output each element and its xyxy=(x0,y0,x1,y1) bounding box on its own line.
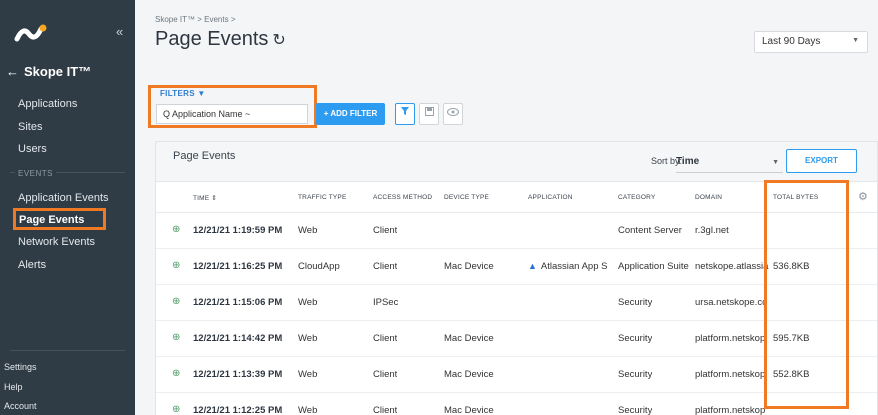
sidebar-item-application-events[interactable]: Application Events xyxy=(18,192,109,204)
sidebar-item-help[interactable]: Help xyxy=(4,382,23,392)
sidebar-item-settings[interactable]: Settings xyxy=(4,362,37,372)
cell-traffic-type: Web xyxy=(298,333,318,344)
gear-icon[interactable]: ⚙ xyxy=(858,190,868,203)
cell-category: Security xyxy=(618,369,653,380)
atlassian-icon: ▲ xyxy=(528,261,537,271)
export-button[interactable]: EXPORT xyxy=(786,149,857,173)
zoom-in-icon[interactable]: ⊕ xyxy=(172,332,180,343)
cell-category: Security xyxy=(618,405,653,415)
sort-by-select[interactable]: Time ▼ xyxy=(676,151,783,173)
refresh-icon[interactable]: ↻ xyxy=(272,30,285,50)
card-title: Page Events xyxy=(173,150,236,162)
cell-traffic-type: Web xyxy=(298,405,318,415)
cell-traffic-type: CloudApp xyxy=(298,261,340,272)
sidebar-item-network-events[interactable]: Network Events xyxy=(18,236,95,248)
cell-category: Application Suite xyxy=(618,261,689,272)
zoom-in-icon[interactable]: ⊕ xyxy=(172,368,180,379)
back-to-skope-it[interactable]: ← Skope IT™ xyxy=(6,64,91,79)
chevron-down-icon: ▼ xyxy=(772,159,779,166)
back-arrow-icon: ← xyxy=(6,64,19,79)
sidebar-item-alerts[interactable]: Alerts xyxy=(18,259,46,271)
cell-access-method: IPSec xyxy=(373,297,399,308)
cell-device-type: Mac Device xyxy=(444,333,494,344)
cell-traffic-type: Web xyxy=(298,225,318,236)
cell-category: Security xyxy=(618,297,653,308)
cell-time: 12/21/21 1:19:59 PM xyxy=(193,225,283,236)
view-icon[interactable] xyxy=(443,103,463,125)
cell-domain: platform.netskop xyxy=(695,405,766,415)
column-header-application[interactable]: APPLICATION xyxy=(528,194,573,201)
date-range-value: Last 90 Days xyxy=(762,36,821,47)
cell-domain: netskope.atlassia xyxy=(695,261,769,272)
cell-access-method: Client xyxy=(373,405,398,415)
breadcrumb[interactable]: Skope IT™ > Events > xyxy=(155,15,235,24)
page-title: Page Events ↻ xyxy=(155,28,286,51)
cell-access-method: Client xyxy=(373,225,398,236)
add-filter-button[interactable]: + ADD FILTER xyxy=(316,103,385,125)
cell-time: 12/21/21 1:12:25 PM xyxy=(193,405,283,415)
cell-application-text: Atlassian App S xyxy=(540,261,608,272)
cell-category: Content Server xyxy=(618,225,682,236)
cell-time: 12/21/21 1:15:06 PM xyxy=(193,297,283,308)
highlight-page-events xyxy=(13,208,106,230)
sidebar-item-users[interactable]: Users xyxy=(18,143,47,155)
card-header: Page Events Sort by: Time ▼ EXPORT xyxy=(156,142,877,182)
zoom-in-icon[interactable]: ⊕ xyxy=(172,296,180,307)
cell-device-type: Mac Device xyxy=(444,369,494,380)
cell-application: ▲ Atlassian App S xyxy=(528,261,614,272)
column-header-time[interactable]: TIME ⇕ xyxy=(193,194,217,202)
cell-domain: r.3gl.net xyxy=(695,225,729,236)
sidebar-section-events: EVENTS xyxy=(15,169,57,178)
cell-time: 12/21/21 1:14:42 PM xyxy=(193,333,283,344)
column-header-domain[interactable]: DOMAIN xyxy=(695,194,722,201)
cell-time: 12/21/21 1:13:39 PM xyxy=(193,369,283,380)
collapse-sidebar-icon[interactable]: « xyxy=(116,24,123,39)
cell-access-method: Client xyxy=(373,333,398,344)
filter-icon[interactable] xyxy=(395,103,415,125)
cell-category: Security xyxy=(618,333,653,344)
netskope-logo-icon xyxy=(14,24,47,42)
cell-domain: ursa.netskope.cc xyxy=(695,297,767,308)
sidebar-divider-bottom xyxy=(10,350,125,351)
cell-traffic-type: Web xyxy=(298,297,318,308)
date-range-select[interactable]: Last 90 Days ▼ xyxy=(754,31,868,53)
zoom-in-icon[interactable]: ⊕ xyxy=(172,260,180,271)
sidebar-item-account[interactable]: Account xyxy=(4,401,37,411)
page-title-text: Page Events xyxy=(155,28,269,50)
sidebar-item-applications[interactable]: Applications xyxy=(18,98,77,110)
column-header-device-type[interactable]: DEVICE TYPE xyxy=(444,194,489,201)
column-header-access-method[interactable]: ACCESS METHOD xyxy=(373,194,432,201)
cell-time: 12/21/21 1:16:25 PM xyxy=(193,261,283,272)
column-header-category[interactable]: CATEGORY xyxy=(618,194,655,201)
cell-device-type: Mac Device xyxy=(444,261,494,272)
back-label: Skope IT™ xyxy=(24,64,92,79)
cell-access-method: Client xyxy=(373,369,398,380)
zoom-in-icon[interactable]: ⊕ xyxy=(172,404,180,415)
zoom-in-icon[interactable]: ⊕ xyxy=(172,224,180,235)
highlight-total-bytes-column xyxy=(764,180,849,409)
highlight-filters xyxy=(148,85,317,128)
sidebar-item-sites[interactable]: Sites xyxy=(18,121,42,133)
chevron-down-icon: ▼ xyxy=(852,37,859,44)
sort-by-value: Time xyxy=(676,156,700,167)
cell-access-method: Client xyxy=(373,261,398,272)
save-icon[interactable] xyxy=(419,103,439,125)
column-header-traffic-type[interactable]: TRAFFIC TYPE xyxy=(298,194,347,201)
cell-domain: platform.netskop xyxy=(695,369,766,380)
cell-device-type: Mac Device xyxy=(444,405,494,415)
cell-traffic-type: Web xyxy=(298,369,318,380)
cell-domain: platform.netskop xyxy=(695,333,766,344)
